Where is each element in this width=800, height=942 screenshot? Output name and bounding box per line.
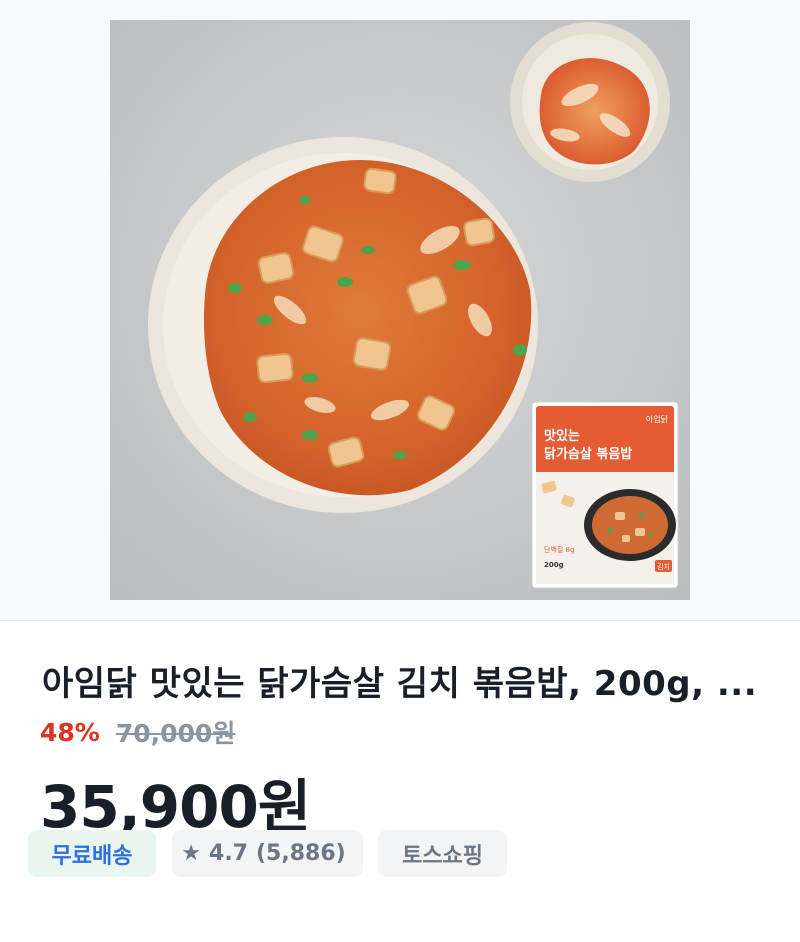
rating-badge[interactable]: ★ 4.7 (5,886) [172, 830, 363, 877]
seller-badge[interactable]: 토스쇼핑 [378, 830, 507, 877]
rating-value: 4.7 [209, 841, 248, 866]
original-price: 70,000원 [115, 719, 236, 748]
discount-rate: 48% [40, 717, 100, 747]
package-name-line1: 맛있는 [544, 428, 580, 444]
product-image-area: 아임닭 맛있는 닭가슴살 볶음밥 단백질 8g 200g 김치 [0, 0, 800, 621]
free-shipping-badge: 무료배송 [28, 830, 156, 877]
package-brand: 아임닭 [646, 414, 669, 424]
product-image[interactable]: 아임닭 맛있는 닭가슴살 볶음밥 단백질 8g 200g 김치 [110, 20, 690, 600]
package-name-line2: 닭가슴살 볶음밥 [544, 446, 632, 462]
package-weight: 200g [544, 561, 564, 569]
price-row: 48% 70,000원 [40, 714, 235, 750]
product-title[interactable]: 아임닭 맛있는 닭가슴살 김치 볶음밥, 200g, ... [42, 656, 762, 705]
review-count: (5,886) [256, 841, 346, 866]
package-protein: 단백질 8g [544, 545, 574, 554]
package-flavor: 김치 [657, 562, 670, 571]
star-icon: ★ [181, 841, 202, 866]
